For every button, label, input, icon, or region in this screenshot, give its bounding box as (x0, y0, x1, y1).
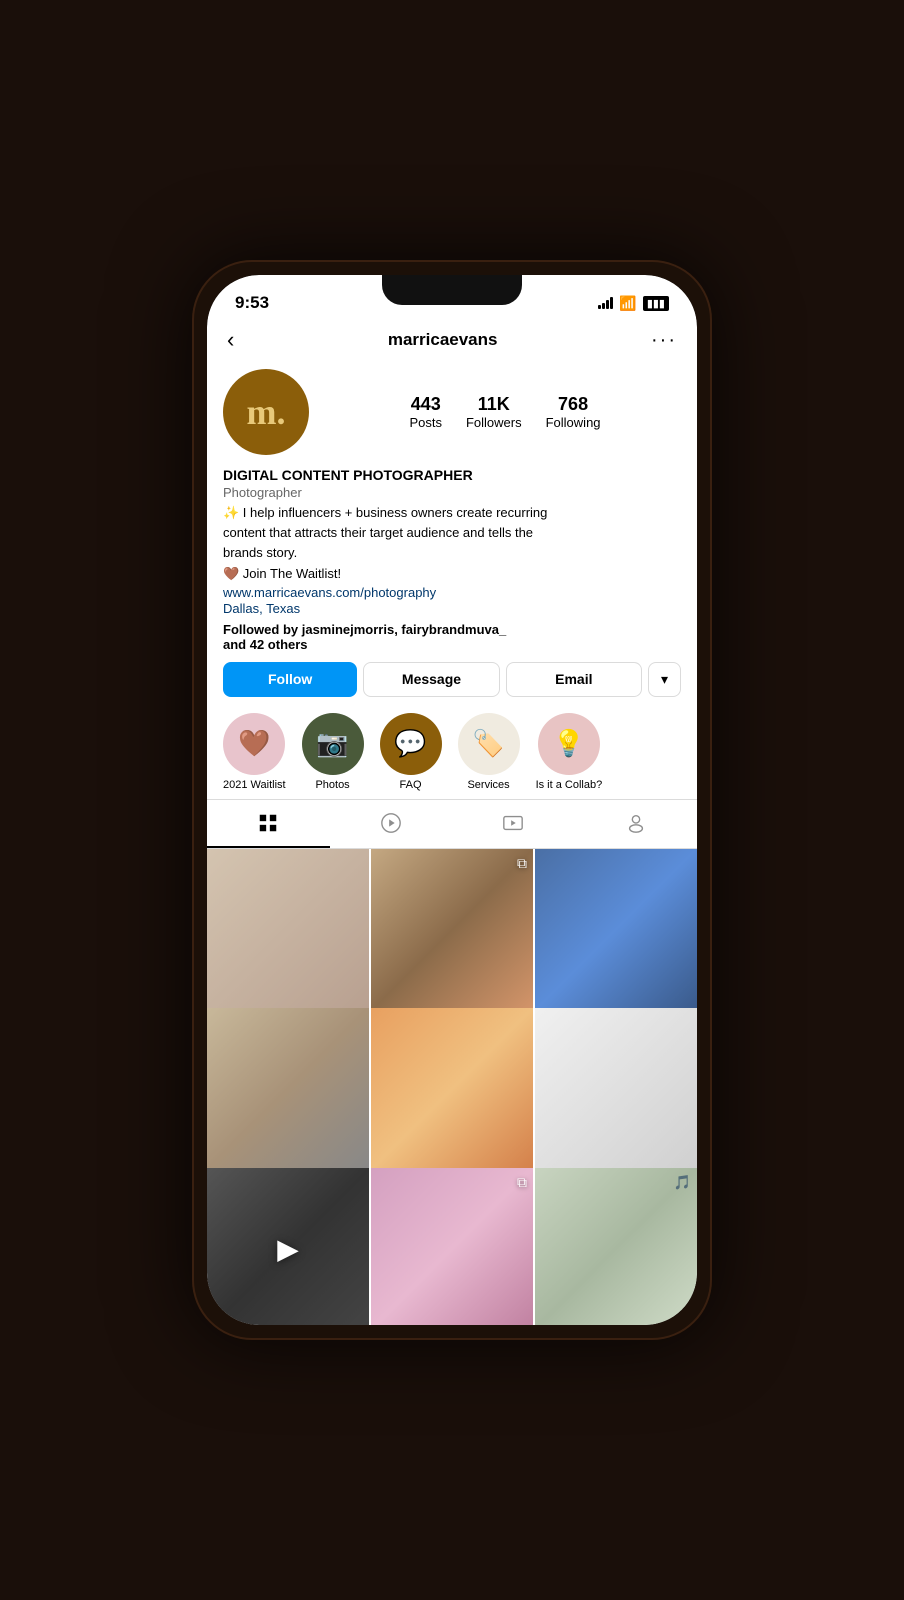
highlights-row: 🤎 2021 Waitlist 📷 Photos 💬 FAQ (207, 705, 697, 799)
grid-cell-8[interactable]: ⧉ (371, 1168, 533, 1325)
phone-screen: 9:53 📶 ▮▮▮ ‹ marricaevans ··· (207, 275, 697, 1325)
grid-cell-9[interactable]: 🎵 (535, 1168, 697, 1325)
followers-count: 11K (478, 394, 510, 415)
grid-cell-5[interactable] (371, 1008, 533, 1170)
highlight-circle-photos: 📷 (302, 713, 364, 775)
nav-bar: ‹ marricaevans ··· (207, 319, 697, 361)
highlight-label-faq: FAQ (400, 779, 422, 791)
highlight-faq[interactable]: 💬 FAQ (380, 713, 442, 791)
tab-reels[interactable] (330, 800, 453, 848)
tab-bar (207, 799, 697, 849)
grid-cell-3[interactable] (535, 849, 697, 1011)
signal-icon (598, 297, 613, 309)
grid-icon (257, 812, 279, 834)
bio-text-1: ✨ I help influencers + business owners c… (223, 504, 681, 522)
highlight-circle-faq: 💬 (380, 713, 442, 775)
more-button[interactable]: ··· (651, 329, 677, 352)
followed-by-text: Followed by jasminejmorris, fairybrandmu… (223, 622, 506, 637)
grid-cell-1[interactable] (207, 849, 369, 1011)
highlight-photos[interactable]: 📷 Photos (302, 713, 364, 791)
notch (382, 275, 522, 305)
follow-button[interactable]: Follow (223, 662, 357, 697)
highlight-collab[interactable]: 💡 Is it a Collab? (536, 713, 603, 791)
back-button[interactable]: ‹ (227, 327, 234, 353)
posts-label: Posts (409, 415, 442, 430)
battery-icon: ▮▮▮ (643, 296, 669, 311)
tab-grid[interactable] (207, 800, 330, 848)
igtv-icon (502, 812, 524, 834)
bio-text-3: brands story. (223, 544, 681, 562)
photo-grid: ⧉ ▶ ⧉ 🎵 (207, 849, 697, 1325)
highlight-services[interactable]: 🏷️ Services (458, 713, 520, 791)
grid-cell-6[interactable] (535, 1008, 697, 1170)
grid-cell-2[interactable]: ⧉ (371, 849, 533, 1011)
highlight-circle-waitlist: 🤎 (223, 713, 285, 775)
email-button[interactable]: Email (506, 662, 642, 697)
avatar-initials: m. (247, 391, 286, 433)
followed-by: Followed by jasminejmorris, fairybrandmu… (223, 622, 681, 652)
multi-icon-2: ⧉ (517, 1174, 527, 1191)
reel-icon: 🎵 (674, 1174, 691, 1191)
status-icons: 📶 ▮▮▮ (598, 295, 669, 312)
highlight-label-waitlist: 2021 Waitlist (223, 779, 286, 791)
bio-category: Photographer (223, 485, 681, 500)
profile-section: m. 443 Posts 11K Followers 768 (207, 361, 697, 705)
stat-followers[interactable]: 11K Followers (466, 394, 522, 430)
phone-device: 9:53 📶 ▮▮▮ ‹ marricaevans ··· (192, 260, 712, 1340)
message-button[interactable]: Message (363, 662, 499, 697)
profile-top: m. 443 Posts 11K Followers 768 (223, 369, 681, 455)
status-time: 9:53 (235, 293, 269, 313)
action-buttons: Follow Message Email ▾ (223, 662, 681, 697)
bio-text-2: content that attracts their target audie… (223, 524, 681, 542)
grid-cell-7[interactable]: ▶ (207, 1168, 369, 1325)
posts-count: 443 (411, 394, 441, 415)
multi-icon: ⧉ (517, 855, 527, 872)
play-icon: ▶ (277, 1232, 299, 1265)
highlight-waitlist[interactable]: 🤎 2021 Waitlist (223, 713, 286, 791)
grid-cell-4[interactable] (207, 1008, 369, 1170)
website-link[interactable]: www.marricaevans.com/photography (223, 585, 681, 600)
bio-text-4: 🤎 Join The Waitlist! (223, 565, 681, 583)
phone-inner: 9:53 📶 ▮▮▮ ‹ marricaevans ··· (207, 275, 697, 1325)
wifi-icon: 📶 (619, 295, 636, 312)
tagged-icon (625, 812, 647, 834)
tab-igtv[interactable] (452, 800, 575, 848)
highlight-label-services: Services (467, 779, 509, 791)
username-title: marricaevans (388, 330, 498, 350)
highlight-label-collab: Is it a Collab? (536, 779, 603, 791)
stat-following[interactable]: 768 Following (546, 394, 601, 430)
following-label: Following (546, 415, 601, 430)
stat-posts[interactable]: 443 Posts (409, 394, 442, 430)
bio-section: DIGITAL CONTENT PHOTOGRAPHER Photographe… (223, 467, 681, 652)
following-count: 768 (558, 394, 588, 415)
highlight-label-photos: Photos (315, 779, 349, 791)
tab-tagged[interactable] (575, 800, 698, 848)
display-name: DIGITAL CONTENT PHOTOGRAPHER (223, 467, 681, 483)
avatar[interactable]: m. (223, 369, 309, 455)
highlight-circle-services: 🏷️ (458, 713, 520, 775)
reels-icon (380, 812, 402, 834)
highlight-circle-collab: 💡 (538, 713, 600, 775)
followed-by-text2: and 42 others (223, 637, 308, 652)
location: Dallas, Texas (223, 601, 300, 616)
stats-row: 443 Posts 11K Followers 768 Following (329, 394, 681, 430)
followers-label: Followers (466, 415, 522, 430)
dropdown-button[interactable]: ▾ (648, 662, 681, 697)
